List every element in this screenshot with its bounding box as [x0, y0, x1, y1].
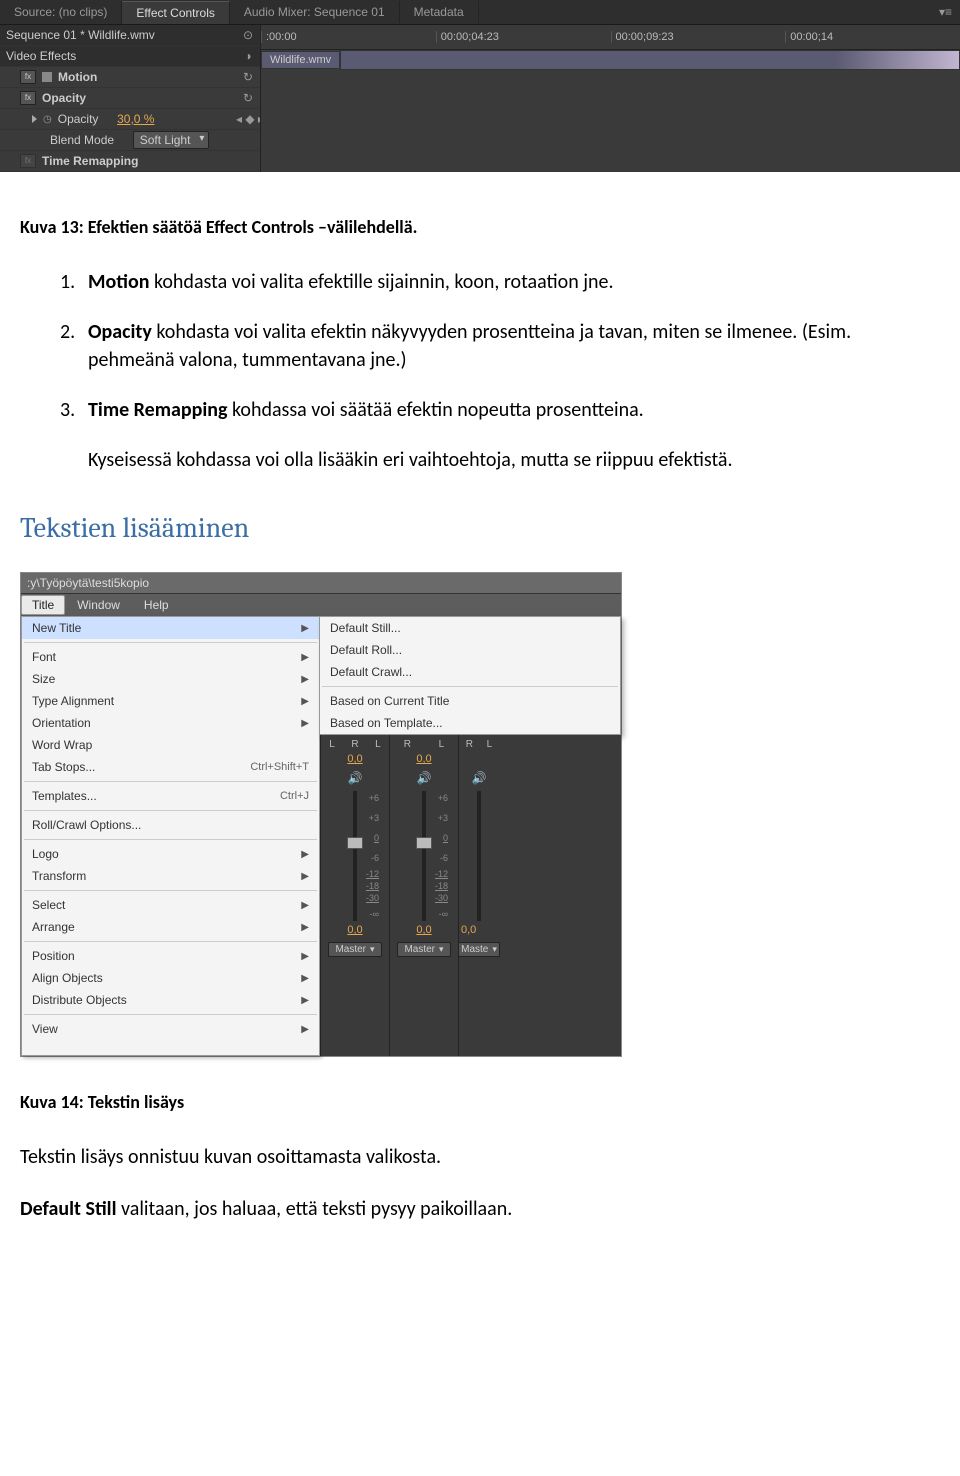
reset-icon[interactable]: ↻	[236, 91, 260, 105]
volume-slider[interactable]: +6 +3 0 -6 -12 -18 -30 -∞	[353, 791, 357, 921]
clip-track[interactable]	[340, 50, 960, 70]
new-title-submenu: Default Still...Default Roll...Default C…	[319, 616, 621, 735]
clip-label: Wildlife.wmv	[261, 51, 340, 69]
opacity-property-label: Opacity	[58, 112, 99, 126]
volume-slider[interactable]: +6 +3 0 -6 -12 -18 -30 -∞	[422, 791, 426, 921]
figure-caption-13: Kuva 13: Efektien säätöä Effect Controls…	[20, 216, 900, 238]
menu-item[interactable]: Distribute Objects▶	[22, 989, 319, 1011]
volume-slider[interactable]	[477, 791, 481, 921]
time-remapping-effect[interactable]: Time Remapping	[42, 154, 138, 168]
menubar-item-window[interactable]: Window	[65, 595, 132, 615]
audio-mixer-background: LRL 0,0 🔊 +6 +3 0 -6 -12 -18	[320, 735, 621, 1056]
title-menu: New Title▶ Font▶Size▶Type Alignment▶Orien…	[21, 616, 320, 1056]
body-paragraph: Default Still valitaan, jos haluaa, että…	[20, 1195, 900, 1223]
list-number: 1.	[60, 268, 88, 296]
time-mark: 00:00;14	[785, 31, 960, 43]
path-bar: :y\Työpöytä\testi5kopio	[21, 573, 621, 594]
menu-item[interactable]: Font▶	[22, 646, 319, 668]
speaker-icon[interactable]: 🔊	[390, 771, 458, 785]
submenu-item[interactable]: Default Still...	[320, 617, 620, 639]
menu-item[interactable]: Size▶	[22, 668, 319, 690]
figure-caption-14: Kuva 14: Tekstin lisäys	[20, 1091, 900, 1113]
motion-effect[interactable]: Motion	[58, 70, 97, 84]
video-effects-label: Video Effects	[6, 49, 76, 63]
opacity-value[interactable]: 30,0 %	[117, 112, 154, 126]
fx-badge-icon: fx	[20, 70, 36, 84]
menubar-item-help[interactable]: Help	[132, 595, 181, 615]
submenu-item[interactable]: Based on Current Title	[320, 690, 620, 712]
time-mark: :00:00	[261, 31, 436, 43]
output-select[interactable]: Master	[328, 942, 381, 957]
header-badge-icon: ◑	[236, 49, 260, 63]
fx-badge-icon: fx	[20, 91, 36, 105]
menu-item[interactable]: Templates...Ctrl+J	[22, 785, 319, 807]
pan-value[interactable]: 0,0	[321, 753, 389, 765]
list-number: 2.	[60, 318, 88, 374]
title-menu-screenshot: :y\Työpöytä\testi5kopio Title Window Hel…	[20, 572, 622, 1057]
list-item-text: Time Remapping kohdassa voi säätää efekt…	[88, 396, 900, 424]
menubar: Title Window Help	[21, 594, 621, 616]
fx-badge-icon: fx	[20, 154, 36, 168]
blend-mode-select[interactable]: Soft Light	[133, 131, 210, 149]
time-mark: 00:00;09:23	[611, 31, 786, 43]
menu-item[interactable]: View▶	[22, 1018, 319, 1040]
disclosure-icon[interactable]	[32, 115, 37, 123]
audio-track-column: LRL 0,0 🔊 +6 +3 0 -6 -12 -18	[320, 735, 389, 1056]
menu-item[interactable]: Tab Stops...Ctrl+Shift+T	[22, 756, 319, 778]
audio-track-column: RL . 🔊 0,0 Maste	[458, 735, 499, 1056]
effect-controls-tree: Sequence 01 * Wildlife.wmv ⊙ Video Effec…	[0, 25, 260, 172]
output-select[interactable]: Master	[397, 942, 450, 957]
sequence-clip-label: Sequence 01 * Wildlife.wmv	[6, 28, 155, 42]
document-body: Kuva 13: Efektien säätöä Effect Controls…	[0, 172, 960, 1287]
panel-menu-icon[interactable]: ▾≡	[931, 5, 960, 19]
panel-tabs: Source: (no clips) Effect Controls Audio…	[0, 0, 960, 25]
timeline-ruler[interactable]: :00:00 00:00;04:23 00:00;09:23 00:00;14	[261, 25, 960, 50]
twirl-icon[interactable]: ⊙	[236, 28, 260, 42]
menu-item[interactable]: Type Alignment▶	[22, 690, 319, 712]
list-number: 3.	[60, 396, 88, 424]
output-select[interactable]: Maste	[458, 942, 500, 957]
tab-source[interactable]: Source: (no clips)	[0, 1, 122, 23]
blend-mode-label: Blend Mode	[50, 133, 114, 147]
tab-effect-controls[interactable]: Effect Controls	[122, 1, 229, 24]
gain-value[interactable]: 0,0	[459, 924, 499, 936]
menu-item[interactable]: Word Wrap	[22, 734, 319, 756]
submenu-item[interactable]: Default Crawl...	[320, 661, 620, 683]
list-item-text: Opacity kohdasta voi valita efektin näky…	[88, 318, 900, 374]
menu-item[interactable]: Logo▶	[22, 843, 319, 865]
tab-metadata[interactable]: Metadata	[400, 1, 479, 23]
menu-item[interactable]: Align Objects▶	[22, 967, 319, 989]
opacity-effect[interactable]: Opacity	[42, 91, 86, 105]
effect-toggle-icon[interactable]	[42, 72, 52, 82]
speaker-icon[interactable]: 🔊	[321, 771, 389, 785]
list-subparagraph: Kyseisessä kohdassa voi olla lisääkin er…	[88, 446, 900, 474]
effect-controls-panel: Source: (no clips) Effect Controls Audio…	[0, 0, 960, 172]
reset-icon[interactable]: ↻	[236, 70, 260, 84]
gain-value[interactable]: 0,0	[321, 924, 389, 936]
menu-item[interactable]: Arrange▶	[22, 916, 319, 938]
menu-item[interactable]: Roll/Crawl Options...	[22, 814, 319, 836]
stopwatch-icon[interactable]: ◷	[43, 114, 52, 125]
menubar-item-title[interactable]: Title	[21, 595, 65, 615]
speaker-icon[interactable]: 🔊	[459, 771, 499, 785]
section-heading: Tekstien lisääminen	[20, 512, 900, 544]
time-mark: 00:00;04:23	[436, 31, 611, 43]
body-paragraph: Tekstin lisäys onnistuu kuvan osoittamas…	[20, 1143, 900, 1171]
gain-value[interactable]: 0,0	[390, 924, 458, 936]
submenu-item[interactable]: Based on Template...	[320, 712, 620, 734]
tab-audio-mixer[interactable]: Audio Mixer: Sequence 01	[230, 1, 400, 23]
list-item-text: Motion kohdasta voi valita efektille sij…	[88, 268, 900, 296]
menu-item[interactable]: Transform▶	[22, 865, 319, 887]
pan-value[interactable]: 0,0	[390, 753, 458, 765]
menu-item[interactable]: Position▶	[22, 945, 319, 967]
menu-item[interactable]: Orientation▶	[22, 712, 319, 734]
menu-item[interactable]: Select▶	[22, 894, 319, 916]
submenu-item[interactable]: Default Roll...	[320, 639, 620, 661]
keyframe-nav-icon[interactable]: ◂ ◆ ▸	[236, 112, 260, 126]
audio-track-column: RL 0,0 🔊 +6 +3 0 -6 -12 -18	[389, 735, 458, 1056]
effect-controls-timeline: :00:00 00:00;04:23 00:00;09:23 00:00;14 …	[260, 25, 960, 172]
menu-item[interactable]: New Title▶	[22, 617, 319, 639]
